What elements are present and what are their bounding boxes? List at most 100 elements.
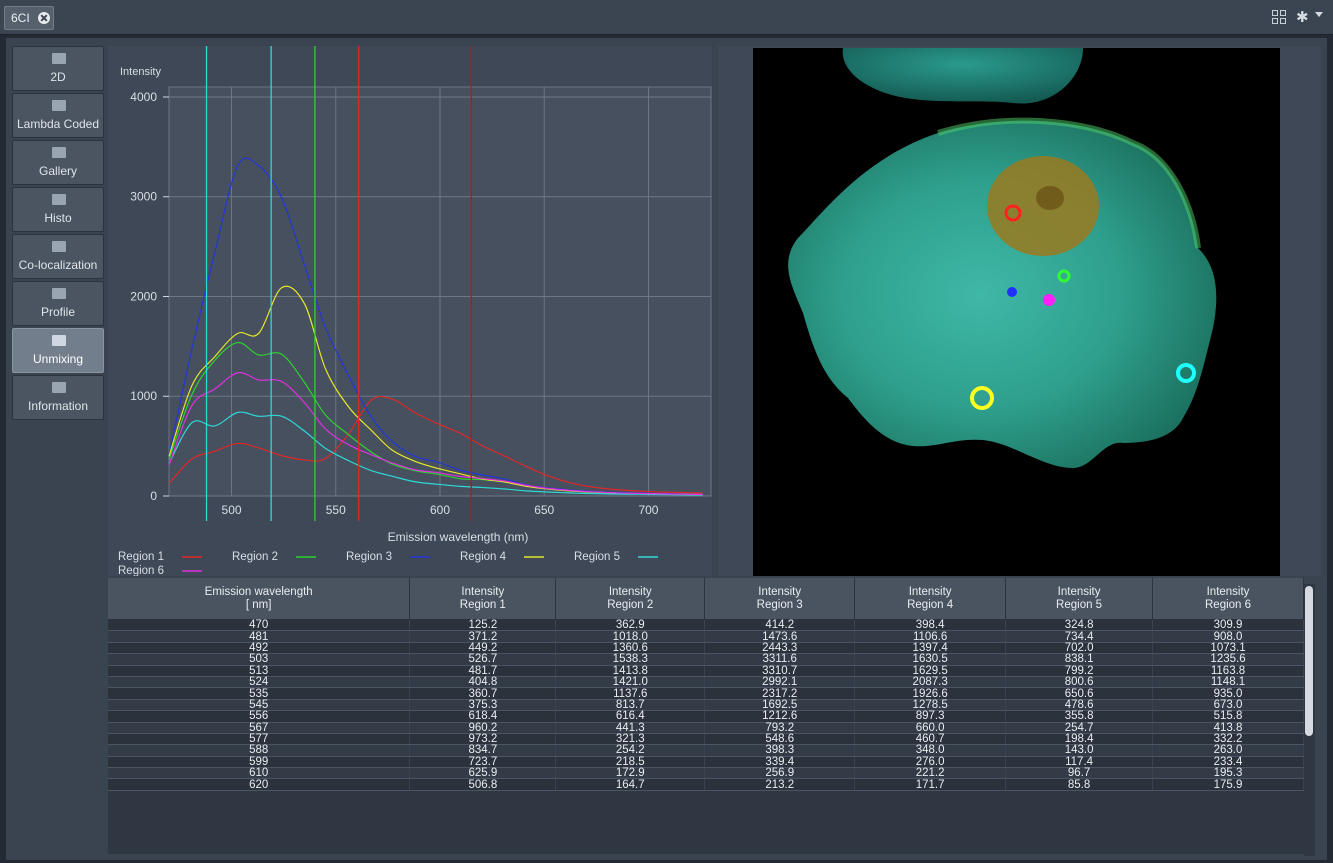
table-row[interactable]: 577 973.2 321.3 548.6 460.7 198.4 332.2	[108, 733, 1304, 746]
table-cell: 2087.3	[854, 676, 1007, 689]
legend-label: Region 4	[460, 551, 507, 563]
chevron-down-icon[interactable]	[1315, 12, 1323, 17]
column-header[interactable]: Intensity Region 6	[1152, 578, 1304, 620]
intensity-table: Emission wavelength[ nm] Intensity Region …	[108, 578, 1304, 791]
x-tick-label: 500	[222, 503, 242, 517]
chart-grid	[168, 86, 712, 497]
lambda-icon	[52, 100, 66, 111]
table-row[interactable]: 470 125.2 362.9 414.2 398.4 324.8 309.9	[108, 619, 1304, 632]
table-cell: 616.4	[555, 710, 706, 723]
table-row[interactable]: 492 449.2 1360.6 2443.3 1397.4 702.0 1073.1	[108, 642, 1304, 655]
table-cell: 1148.1	[1152, 676, 1304, 689]
table-row[interactable]: 588 834.7 254.2 398.3 348.0 143.0 263.0	[108, 745, 1304, 757]
table-cell: 702.0	[1005, 642, 1154, 655]
table-cell: 799.2	[1005, 665, 1154, 677]
table-cell: 478.6	[1005, 699, 1154, 712]
table-cell: 195.3	[1152, 767, 1304, 780]
cell-image-canvas	[788, 48, 1217, 468]
table-cell: 838.1	[1005, 653, 1154, 666]
table-cell: 535	[108, 688, 411, 700]
column-header-line: Intensity	[1057, 585, 1101, 598]
table-cell: 143.0	[1005, 745, 1154, 757]
tab-histo[interactable]: Histo	[12, 187, 104, 232]
scrollbar-thumb[interactable]	[1305, 586, 1313, 736]
column-header-line: Region 1	[459, 598, 506, 611]
spectrum-chart-panel: 500 550 600 650 700 0 1000 2000 3000 4000 Intensi…	[108, 46, 712, 576]
table-cell: 548.6	[704, 733, 856, 746]
gear-icon[interactable]: ✱	[1296, 8, 1309, 26]
table-row[interactable]: 545 375.3 813.7 1692.5 1278.5 478.6 673.0	[108, 699, 1304, 712]
table-cell: 339.4	[704, 756, 856, 769]
table-cell: 1278.5	[854, 699, 1007, 712]
column-header-line: Region 2	[607, 598, 654, 611]
table-row[interactable]: 535 360.7 1137.6 2317.2 1926.6 650.6 935.0	[108, 688, 1304, 700]
table-row[interactable]: 503 526.7 1538.3 3311.6 1630.5 838.1 1235.6	[108, 653, 1304, 666]
column-header-line: Intensity	[461, 585, 505, 598]
table-cell: 3310.7	[704, 665, 856, 677]
table-cell: 908.0	[1152, 631, 1304, 643]
column-header[interactable]: Intensity Region 4	[854, 578, 1007, 620]
table-cell: 492	[108, 642, 411, 655]
legend-label: Region 6	[118, 565, 164, 576]
tab-lambda-coded[interactable]: Lambda Coded	[12, 93, 104, 138]
table-cell: 1692.5	[704, 699, 856, 712]
tab-label: 2D	[50, 70, 66, 84]
tab-co-localization[interactable]: Co-localization	[12, 234, 104, 279]
y-axis-label: Intensity	[120, 66, 161, 78]
layout-grid-icon[interactable]	[1272, 10, 1286, 24]
intensity-table-container: Emission wavelength[ nm] Intensity Region …	[108, 578, 1304, 854]
x-tick-label: 600	[430, 503, 450, 517]
table-row[interactable]: 556 618.4 616.4 1212.6 897.3 355.8 515.8	[108, 710, 1304, 723]
roi-region-3-marker[interactable]	[1007, 287, 1017, 297]
y-tick-label: 1000	[130, 389, 157, 403]
table-cell: 1473.6	[704, 631, 856, 643]
table-cell: 221.2	[854, 767, 1007, 780]
x-tick-label: 650	[534, 503, 554, 517]
gallery-grid-icon	[52, 147, 66, 158]
column-header[interactable]: Intensity Region 2	[555, 578, 706, 620]
column-header[interactable]: Intensity Region 1	[409, 578, 557, 620]
tab-label: Lambda Coded	[16, 117, 100, 131]
table-row[interactable]: 620 506.8 164.7 213.2 171.7 85.8 175.9	[108, 779, 1304, 791]
table-cell: 618.4	[409, 710, 557, 723]
column-header[interactable]: Intensity Region 3	[704, 578, 856, 620]
column-header-line: Intensity	[908, 585, 952, 598]
table-row[interactable]: 513 481.7 1413.8 3310.7 1629.5 799.2 1163.8	[108, 665, 1304, 677]
column-header[interactable]: Intensity Region 5	[1005, 578, 1154, 620]
table-row[interactable]: 599 723.7 218.5 339.4 276.0 117.4 233.4	[108, 756, 1304, 769]
table-row[interactable]: 481 371.2 1018.0 1473.6 1106.6 734.4 908.0	[108, 631, 1304, 643]
table-cell: 172.9	[555, 767, 706, 780]
table-row[interactable]: 524 404.8 1421.0 2992.1 2087.3 800.6 1148.1	[108, 676, 1304, 689]
roi-region-6-marker[interactable]	[1043, 294, 1055, 306]
column-header[interactable]: Emission wavelength[ nm]	[108, 578, 411, 620]
table-cell: 398.3	[704, 745, 856, 757]
table-row[interactable]: 567 960.2 441.3 793.2 660.0 254.7 413.8	[108, 722, 1304, 734]
column-header-line: Emission wavelength	[204, 585, 313, 598]
table-cell: 398.4	[854, 619, 1007, 632]
tab-gallery[interactable]: Gallery	[12, 140, 104, 185]
tab-label: Histo	[44, 211, 72, 225]
table-cell: 2443.3	[704, 642, 856, 655]
table-cell: 1926.6	[854, 688, 1007, 700]
table-cell: 897.3	[854, 710, 1007, 723]
table-scrollbar[interactable]	[1304, 584, 1315, 856]
table-cell: 960.2	[409, 722, 557, 734]
table-cell: 588	[108, 745, 411, 757]
tab-profile[interactable]: Profile	[12, 281, 104, 326]
cell-image[interactable]	[753, 48, 1280, 576]
column-header-line: Intensity	[1206, 585, 1250, 598]
close-tab-icon[interactable]	[38, 12, 50, 24]
table-cell: 1106.6	[854, 631, 1007, 643]
table-cell: 125.2	[409, 619, 557, 632]
column-header-line: Region 5	[1056, 598, 1103, 611]
tab-information[interactable]: Information	[12, 375, 104, 420]
table-cell: 1413.8	[555, 665, 706, 677]
table-row[interactable]: 610 625.9 172.9 256.9 221.2 96.7 195.3	[108, 767, 1304, 780]
table-cell: 723.7	[409, 756, 557, 769]
tab-unmixing[interactable]: Unmixing	[12, 328, 104, 373]
table-cell: 332.2	[1152, 733, 1304, 746]
tab-2d[interactable]: 2D	[12, 46, 104, 91]
document-tab[interactable]: 6CI	[4, 6, 54, 30]
table-cell: 362.9	[555, 619, 706, 632]
table-cell: 441.3	[555, 722, 706, 734]
